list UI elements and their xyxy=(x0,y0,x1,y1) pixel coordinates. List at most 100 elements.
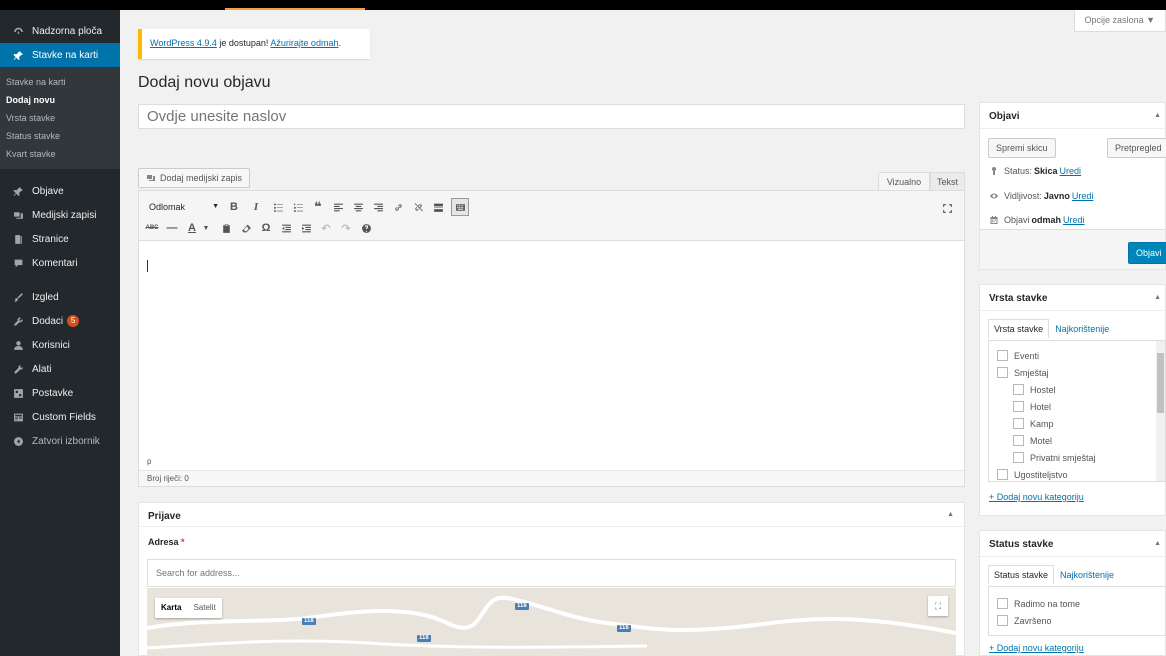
sidebar-item-custom-fields[interactable]: Custom Fields xyxy=(0,405,120,429)
indent-button[interactable] xyxy=(297,219,315,237)
tab-all-categories[interactable]: Vrsta stavke xyxy=(988,319,1050,338)
category-item[interactable]: Kamp xyxy=(997,415,1165,432)
sidebar-item-posts[interactable]: Objave xyxy=(0,179,120,203)
help-button[interactable] xyxy=(357,219,375,237)
remove-link-button[interactable] xyxy=(409,198,427,216)
numbered-list-button[interactable] xyxy=(289,198,307,216)
bullet-list-button[interactable] xyxy=(269,198,287,216)
submenu-item-status[interactable]: Status stavke xyxy=(0,127,120,145)
post-title-input[interactable] xyxy=(138,104,965,129)
sidebar-item-tools[interactable]: Alati xyxy=(0,357,120,381)
map-type-karta[interactable]: Karta xyxy=(155,598,187,618)
blockquote-button[interactable]: ❝ xyxy=(309,198,327,216)
sidebar-item-users[interactable]: Korisnici xyxy=(0,333,120,357)
undo-button[interactable]: ↶ xyxy=(317,219,335,237)
submenu-item-type[interactable]: Vrsta stavke xyxy=(0,109,120,127)
checkbox[interactable] xyxy=(997,350,1008,361)
add-new-category-link[interactable]: + Dodaj novu kategoriju xyxy=(989,492,1084,502)
checkbox[interactable] xyxy=(997,367,1008,378)
sidebar-item-comments[interactable]: Komentari xyxy=(0,251,120,275)
paste-text-button[interactable] xyxy=(217,219,235,237)
edit-status-link[interactable]: Uredi xyxy=(1060,166,1082,176)
special-character-button[interactable]: Ω xyxy=(257,219,275,237)
publish-button[interactable]: Objavi xyxy=(1128,242,1166,264)
preview-button[interactable]: Pretpregled xyxy=(1107,138,1166,158)
sidebar-item-plugins[interactable]: Dodaci 5 xyxy=(0,309,120,333)
align-center-button[interactable] xyxy=(349,198,367,216)
item-status-header[interactable]: Status stavke ▲ xyxy=(980,531,1165,557)
collapse-arrow-icon[interactable]: ▲ xyxy=(1154,294,1161,301)
tab-visual[interactable]: Vizualno xyxy=(878,172,930,190)
publish-header[interactable]: Objavi ▲ xyxy=(980,103,1165,129)
sidebar-item-settings[interactable]: Postavke xyxy=(0,381,120,405)
address-search-input[interactable] xyxy=(147,559,956,587)
scrollbar-thumb[interactable] xyxy=(1157,353,1164,413)
sidebar-item-collapse[interactable]: Zatvori izbornik xyxy=(0,429,120,453)
checkbox[interactable] xyxy=(997,598,1008,609)
checkbox[interactable] xyxy=(1013,435,1024,446)
item-type-header[interactable]: Vrsta stavke ▲ xyxy=(980,285,1165,311)
strikethrough-button[interactable]: ABC xyxy=(143,219,161,237)
map-fullscreen-button[interactable]: ⛶ xyxy=(928,596,948,616)
sidebar-item-appearance[interactable]: Izgled xyxy=(0,285,120,309)
text-color-dropdown[interactable]: ▼ xyxy=(197,219,215,237)
screen-options-button[interactable]: Opcije zaslona ▼ xyxy=(1073,10,1166,32)
checkbox[interactable] xyxy=(1013,401,1024,412)
collapse-arrow-icon[interactable]: ▲ xyxy=(947,511,954,518)
category-item[interactable]: Eventi xyxy=(997,347,1165,364)
map-type-satelit[interactable]: Satelit xyxy=(187,598,221,618)
category-item[interactable]: Motel xyxy=(997,432,1165,449)
bold-button[interactable]: B xyxy=(225,198,243,216)
clear-formatting-button[interactable] xyxy=(237,219,255,237)
italic-button[interactable]: I xyxy=(247,198,265,216)
category-item[interactable]: Smještaj xyxy=(997,364,1165,381)
checkbox[interactable] xyxy=(997,615,1008,626)
submenu-item-all[interactable]: Stavke na karti xyxy=(0,73,120,91)
sidebar-item-dashboard[interactable]: Nadzorna ploča xyxy=(0,19,120,43)
wordpress-version-link[interactable]: WordPress 4.9.4 xyxy=(150,38,217,48)
format-select[interactable]: Odlomak ▼ xyxy=(145,198,223,216)
checkbox[interactable] xyxy=(1013,452,1024,463)
sidebar-item-map-items[interactable]: Stavke na karti xyxy=(0,43,120,67)
tab-most-used[interactable]: Najkorištenije xyxy=(1054,565,1120,584)
tab-text[interactable]: Tekst xyxy=(930,172,965,190)
tab-most-used[interactable]: Najkorištenije xyxy=(1049,319,1115,338)
checkbox[interactable] xyxy=(1013,418,1024,429)
prijave-header[interactable]: Prijave ▲ xyxy=(139,503,964,527)
sidebar-item-pages[interactable]: Stranice xyxy=(0,227,120,251)
fullscreen-button[interactable] xyxy=(938,199,956,217)
collapse-arrow-icon[interactable]: ▲ xyxy=(1154,540,1161,547)
collapse-arrow-icon[interactable]: ▲ xyxy=(1154,112,1161,119)
add-media-button[interactable]: Dodaj medijski zapis xyxy=(138,168,251,188)
edit-visibility-link[interactable]: Uredi xyxy=(1072,191,1094,201)
submenu-item-add-new[interactable]: Dodaj novu xyxy=(0,91,120,109)
checkbox[interactable] xyxy=(1013,384,1024,395)
category-item[interactable]: Radimo na tome xyxy=(997,595,1165,612)
insert-link-button[interactable] xyxy=(389,198,407,216)
map-canvas[interactable]: Karta Satelit ⛶ 118 118 118 118 xyxy=(147,588,956,656)
edit-schedule-link[interactable]: Uredi xyxy=(1063,215,1085,225)
add-new-category-link[interactable]: + Dodaj novu kategoriju xyxy=(989,643,1084,653)
category-item[interactable]: Hostel xyxy=(997,381,1165,398)
category-scrollbar[interactable] xyxy=(1156,341,1165,481)
category-item[interactable]: Privatni smještaj xyxy=(997,449,1165,466)
align-left-button[interactable] xyxy=(329,198,347,216)
align-right-button[interactable] xyxy=(369,198,387,216)
sidebar-item-media[interactable]: Medijski zapisi xyxy=(0,203,120,227)
submenu-item-district[interactable]: Kvart stavke xyxy=(0,145,120,163)
redo-button[interactable]: ↷ xyxy=(337,219,355,237)
save-draft-button[interactable]: Spremi skicu xyxy=(988,138,1056,158)
read-more-button[interactable] xyxy=(429,198,447,216)
editor-content-area[interactable] xyxy=(139,242,964,457)
toolbar-toggle-button[interactable] xyxy=(451,198,469,216)
visibility-row: Vidljivost: Javno Uredi xyxy=(989,191,1093,201)
category-item[interactable]: Ugostiteljstvo xyxy=(997,466,1165,481)
outdent-button[interactable] xyxy=(277,219,295,237)
eye-icon xyxy=(990,193,998,199)
tab-all-categories[interactable]: Status stavke xyxy=(988,565,1055,584)
category-item[interactable]: Završeno xyxy=(997,612,1165,629)
checkbox[interactable] xyxy=(997,469,1008,480)
horizontal-line-button[interactable]: — xyxy=(163,219,181,237)
category-item[interactable]: Hotel xyxy=(997,398,1165,415)
update-now-link[interactable]: Ažurirajte odmah xyxy=(270,38,338,48)
